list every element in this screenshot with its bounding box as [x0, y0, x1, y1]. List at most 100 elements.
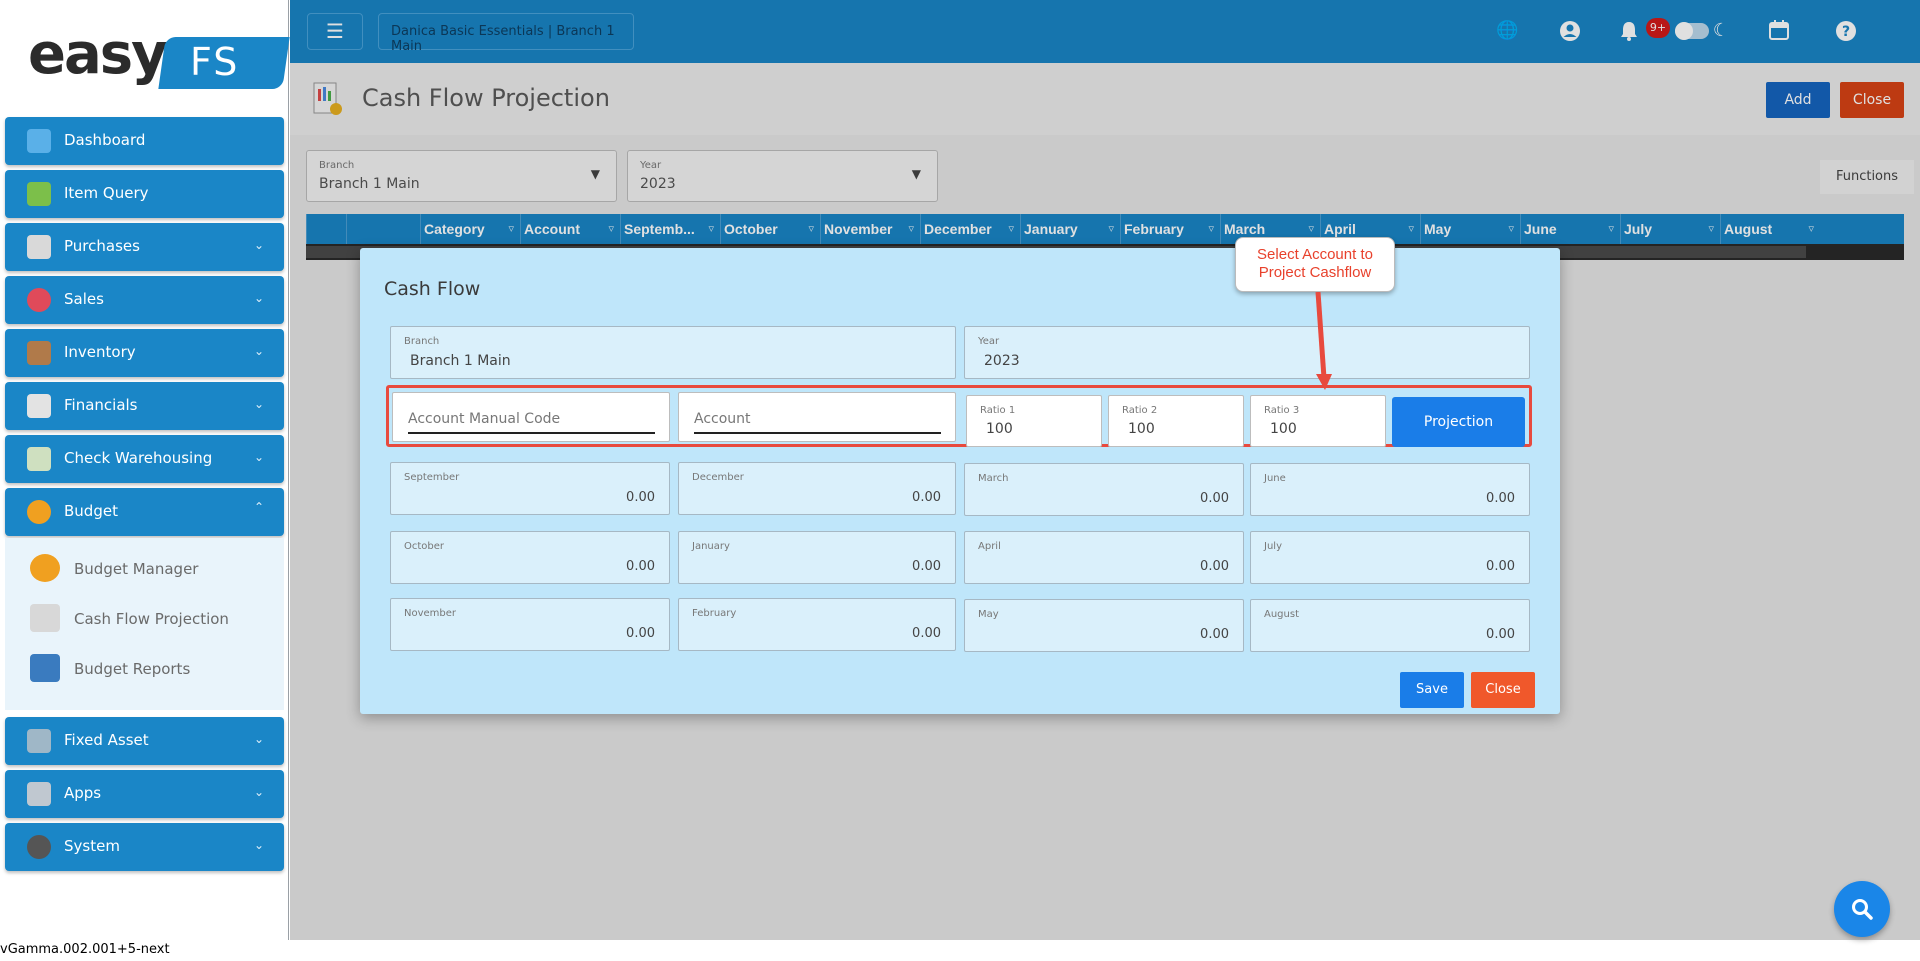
month-field-june[interactable]: June 0.00 [1250, 463, 1530, 516]
ratio2-input[interactable]: Ratio 2 100 [1108, 395, 1244, 447]
nav-fixed-asset[interactable]: Fixed Asset ⌄ [5, 717, 284, 765]
sub-item-label: Budget Reports [74, 660, 191, 678]
field-value: 2023 [984, 353, 1020, 369]
field-label: Year [978, 336, 1000, 347]
field-value: 0.00 [1486, 627, 1515, 642]
field-label: February [692, 608, 737, 619]
field-value: 0.00 [1486, 491, 1515, 506]
month-field-november[interactable]: November 0.00 [390, 598, 670, 651]
field-value: 0.00 [1200, 559, 1229, 574]
chevron-down-icon: ⌄ [253, 785, 264, 799]
month-field-april[interactable]: April 0.00 [964, 531, 1244, 584]
nav-sales[interactable]: Sales ⌄ [5, 276, 284, 324]
nav-check-warehousing[interactable]: Check Warehousing ⌄ [5, 435, 284, 483]
system-gear-icon [27, 835, 51, 859]
search-icon [1852, 899, 1873, 920]
chevron-up-icon: ⌃ [253, 500, 264, 514]
basket-icon [27, 182, 51, 206]
month-field-may[interactable]: May 0.00 [964, 599, 1244, 652]
chevron-down-icon: ⌄ [253, 344, 264, 358]
field-value: Branch 1 Main [410, 353, 511, 369]
month-field-january[interactable]: January 0.00 [678, 531, 956, 584]
logo-text: easy [28, 22, 168, 87]
chevron-down-icon: ⌄ [253, 397, 264, 411]
easyfs-logo[interactable]: easy FS [28, 22, 290, 94]
printer-icon [30, 654, 60, 682]
logo-suffix: FS [190, 40, 240, 84]
field-value: 0.00 [626, 626, 655, 641]
pie-chart-icon [30, 554, 60, 582]
field-label: December [692, 472, 744, 483]
input-placeholder: Account [694, 411, 751, 427]
gear-asset-icon [27, 729, 51, 753]
field-label: April [978, 541, 1001, 552]
nav-budget[interactable]: Budget ⌃ [5, 488, 284, 536]
save-button[interactable]: Save [1400, 672, 1464, 708]
dashboard-icon [27, 129, 51, 153]
apps-icon [27, 782, 51, 806]
sub-item-cash-flow-projection[interactable]: Cash Flow Projection [5, 596, 284, 640]
nav-inventory[interactable]: Inventory ⌄ [5, 329, 284, 377]
ratio1-input[interactable]: Ratio 1 100 [966, 395, 1102, 447]
month-field-september[interactable]: September 0.00 [390, 462, 670, 515]
month-field-july[interactable]: July 0.00 [1250, 531, 1530, 584]
ratio3-input[interactable]: Ratio 3 100 [1250, 395, 1386, 447]
projection-button[interactable]: Projection [1392, 397, 1525, 447]
search-fab-button[interactable] [1834, 881, 1890, 937]
nav-item-query[interactable]: Item Query [5, 170, 284, 218]
nav-financials[interactable]: Financials ⌄ [5, 382, 284, 430]
field-label: July [1264, 541, 1282, 552]
account-input[interactable]: Account [678, 392, 956, 442]
input-underline [408, 432, 655, 434]
nav-label: Purchases [64, 237, 140, 255]
nav-purchases[interactable]: Purchases ⌄ [5, 223, 284, 271]
ledger-icon [27, 394, 51, 418]
check-icon [27, 447, 51, 471]
cash-flow-modal: Cash Flow Branch Branch 1 Main Year 2023… [360, 248, 1560, 714]
input-underline [694, 432, 941, 434]
sub-item-label: Budget Manager [74, 560, 199, 578]
sale-tag-icon [27, 288, 51, 312]
nav-label: System [64, 837, 120, 855]
close-modal-button[interactable]: Close [1471, 672, 1535, 708]
field-value: 0.00 [1200, 627, 1229, 642]
chevron-down-icon: ⌄ [253, 291, 264, 305]
nav-label: Fixed Asset [64, 731, 149, 749]
month-field-december[interactable]: December 0.00 [678, 462, 956, 515]
field-label: Branch [404, 336, 440, 347]
nav-label: Financials [64, 396, 138, 414]
annotation-callout: Select Account to Project Cashflow [1235, 237, 1395, 292]
modal-branch-field[interactable]: Branch Branch 1 Main [390, 326, 956, 379]
field-label: Ratio 1 [980, 405, 1016, 416]
field-value: 0.00 [626, 559, 655, 574]
field-label: October [404, 541, 445, 552]
nav-apps[interactable]: Apps ⌄ [5, 770, 284, 818]
month-field-october[interactable]: October 0.00 [390, 531, 670, 584]
field-value: 0.00 [626, 490, 655, 505]
receipt-icon [27, 235, 51, 259]
sub-item-budget-manager[interactable]: Budget Manager [5, 546, 284, 590]
modal-year-field[interactable]: Year 2023 [964, 326, 1530, 379]
input-placeholder: Account Manual Code [408, 411, 561, 427]
callout-line: Select Account to [1257, 246, 1373, 263]
nav-system[interactable]: System ⌄ [5, 823, 284, 871]
month-field-august[interactable]: August 0.00 [1250, 599, 1530, 652]
field-value: 0.00 [912, 490, 941, 505]
field-value: 100 [1270, 421, 1297, 437]
nav-label: Apps [64, 784, 102, 802]
chevron-down-icon: ⌄ [253, 732, 264, 746]
nav-label: Inventory [64, 343, 136, 361]
field-label: August [1264, 609, 1299, 620]
nav-label: Dashboard [64, 131, 146, 149]
nav-label: Sales [64, 290, 104, 308]
nav-label: Check Warehousing [64, 449, 213, 467]
nav-dashboard[interactable]: Dashboard [5, 117, 284, 165]
sub-item-budget-reports[interactable]: Budget Reports [5, 646, 284, 690]
field-label: September [404, 472, 460, 483]
account-manual-code-input[interactable]: Account Manual Code [392, 392, 670, 442]
chevron-down-icon: ⌄ [253, 450, 264, 464]
month-field-march[interactable]: March 0.00 [964, 463, 1244, 516]
month-field-february[interactable]: February 0.00 [678, 598, 956, 651]
field-value: 0.00 [912, 559, 941, 574]
field-value: 100 [986, 421, 1013, 437]
